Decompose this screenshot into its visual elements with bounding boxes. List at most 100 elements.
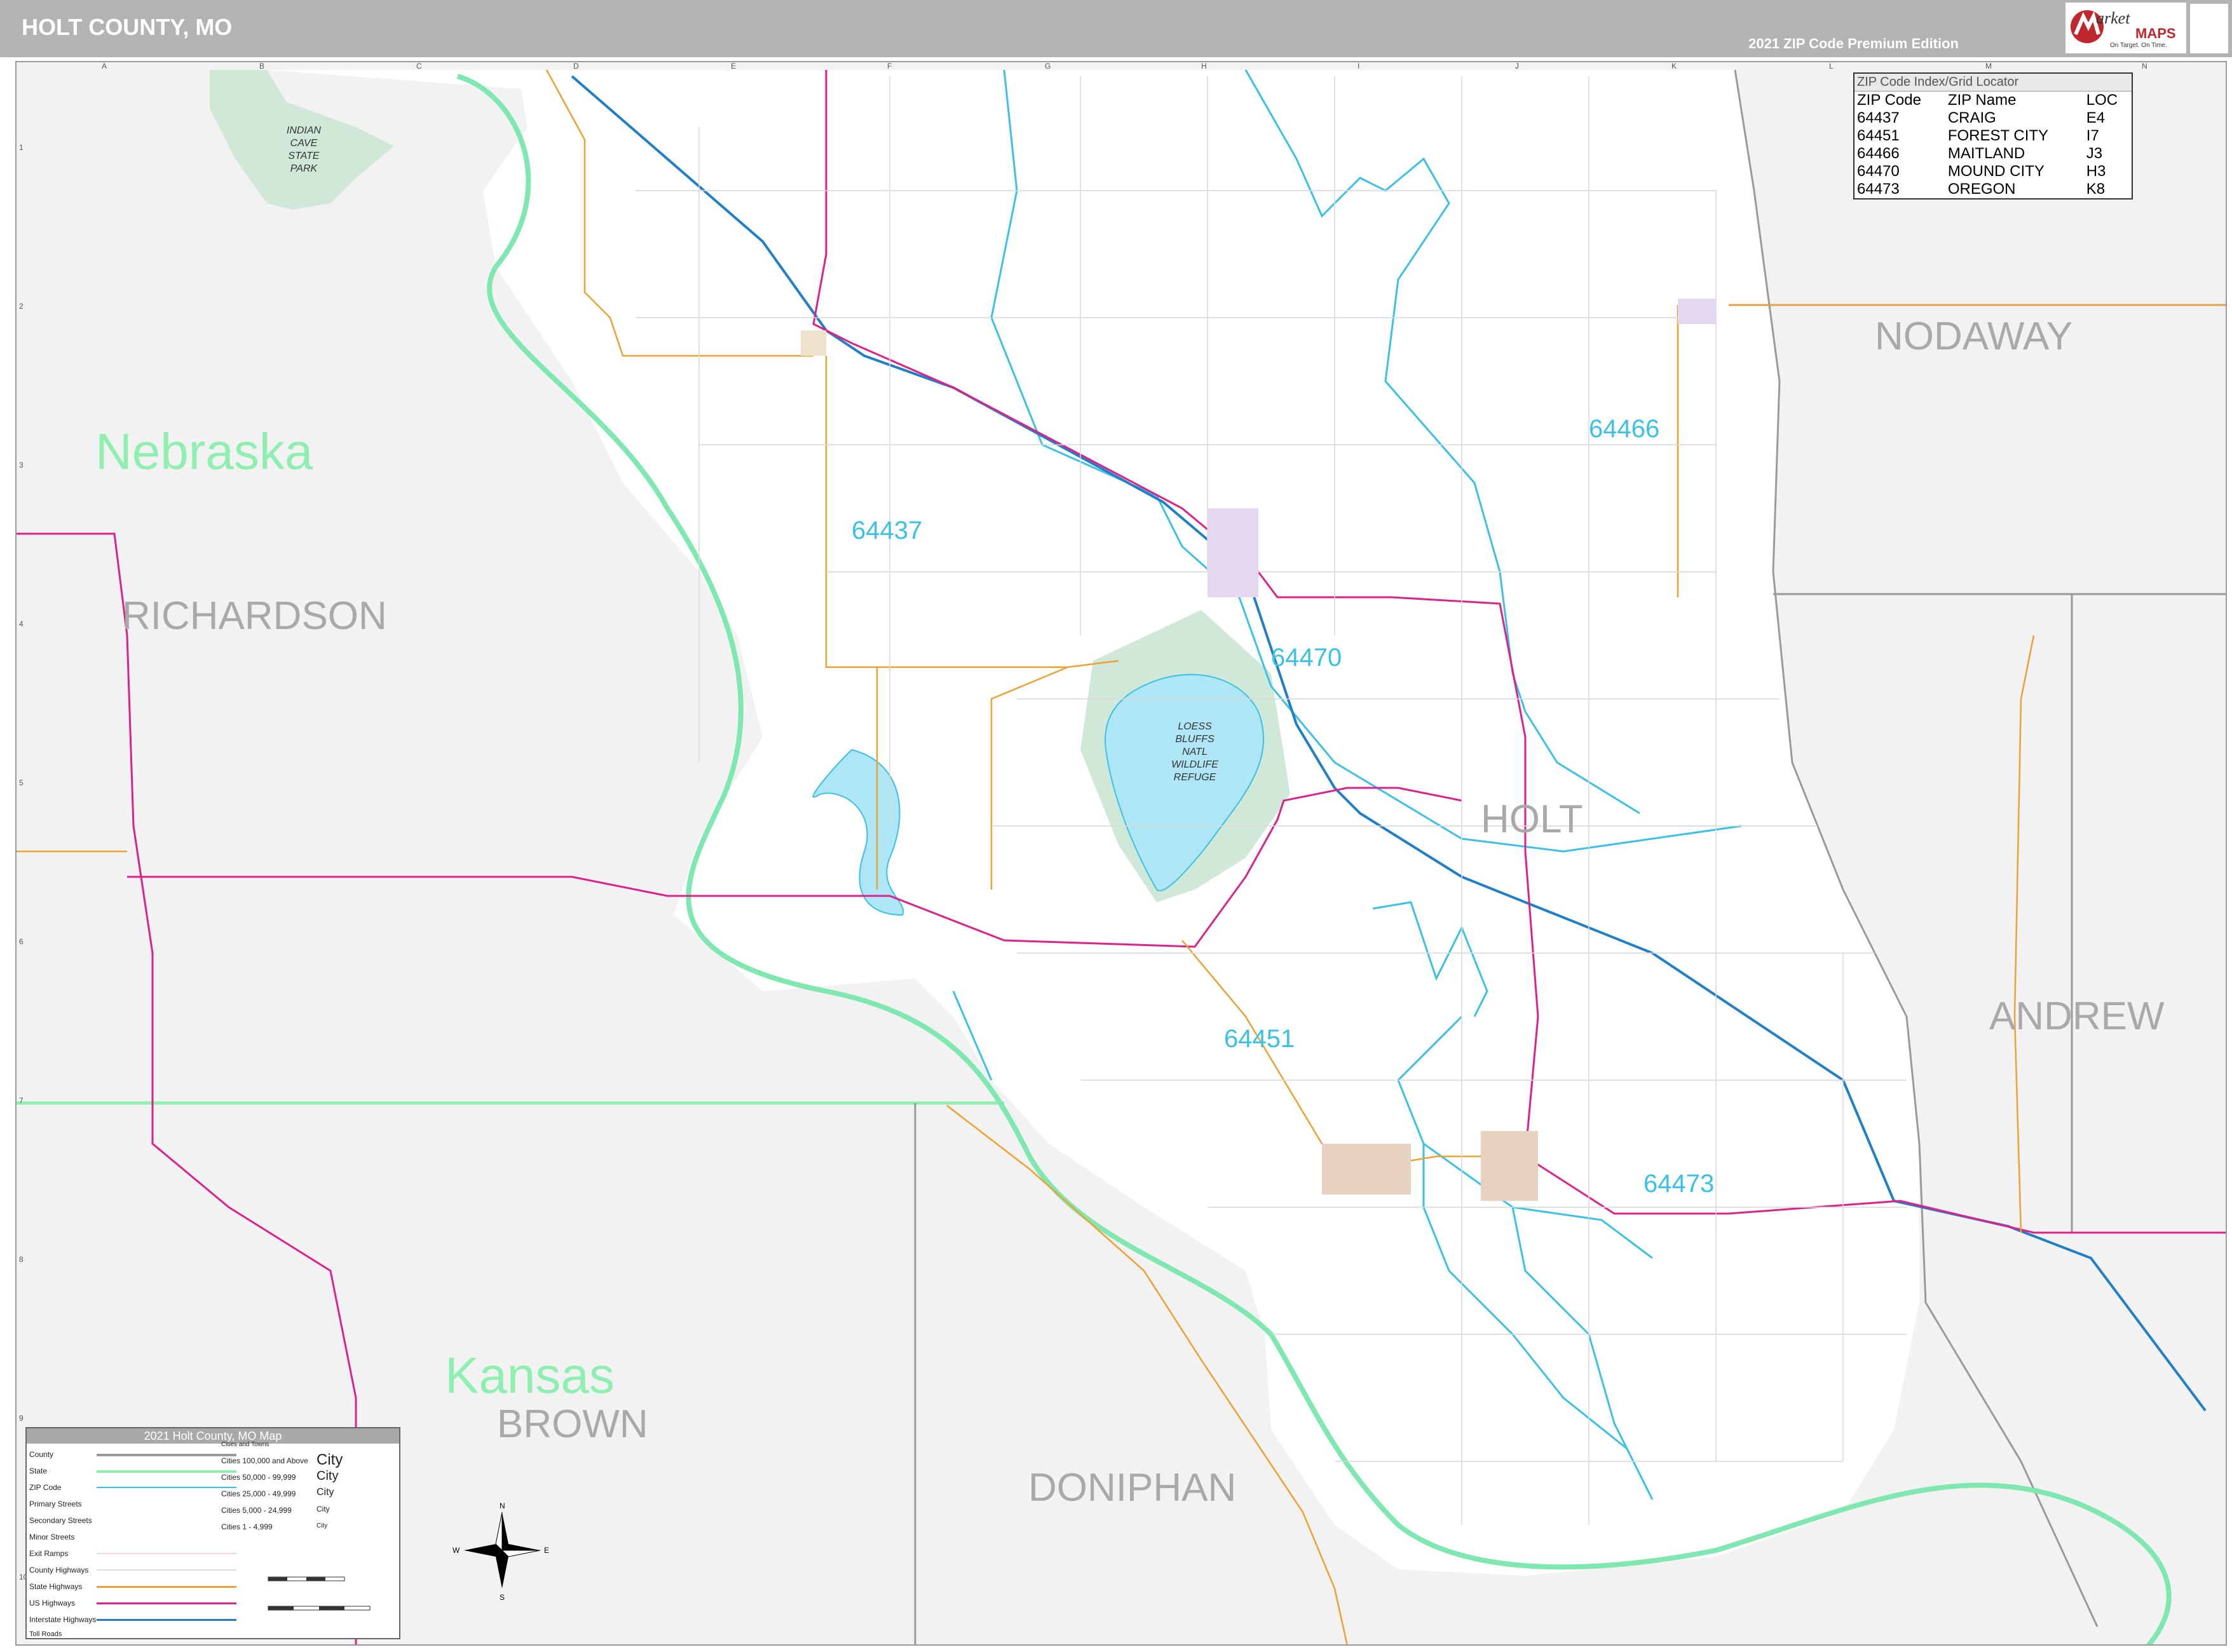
svg-text:N: N bbox=[2142, 62, 2147, 71]
zip-name-cell: OREGON bbox=[1947, 180, 2016, 198]
svg-text:STATE: STATE bbox=[288, 151, 320, 161]
zip-index-title: ZIP Code Index/Grid Locator bbox=[1854, 74, 2132, 91]
legend-city-sample: City bbox=[316, 1469, 339, 1483]
zip-loc-cell: J3 bbox=[2086, 145, 2103, 162]
legend-item-secondary: Secondary Streets bbox=[29, 1516, 92, 1525]
zip-index-row: 64451 FOREST CITY I7 bbox=[1854, 127, 2132, 145]
legend-swatch-us-hwy bbox=[97, 1602, 236, 1604]
legend-swatch-county bbox=[97, 1454, 236, 1456]
county-label-brown: BROWN bbox=[497, 1402, 648, 1446]
zip-index-header: ZIP Name bbox=[1947, 91, 2017, 109]
svg-text:NATL: NATL bbox=[1182, 747, 1208, 757]
svg-text:K: K bbox=[1671, 62, 1677, 71]
town-mound-city bbox=[1208, 508, 1258, 597]
svg-text:J: J bbox=[1515, 62, 1519, 71]
county-label-holt: HOLT bbox=[1481, 797, 1583, 841]
svg-text:CAVE: CAVE bbox=[290, 138, 318, 149]
legend-city-sample: City bbox=[316, 1505, 330, 1513]
zip-label-64470: 64470 bbox=[1271, 644, 1342, 672]
zip-code-cell: 64466 bbox=[1857, 145, 1900, 162]
legend-item-minor: Minor Streets bbox=[29, 1533, 75, 1541]
town-forest-city bbox=[1322, 1144, 1411, 1195]
zip-label-64437: 64437 bbox=[852, 517, 922, 545]
legend-city-sample: City bbox=[316, 1522, 328, 1529]
zip-loc-cell: K8 bbox=[2086, 180, 2106, 198]
map-canvas[interactable]: A B C D E F G H I J K L M N 1 2 3 4 5 6 … bbox=[0, 0, 2232, 1652]
zip-index-row: 64473 OREGON K8 bbox=[1854, 180, 2132, 198]
legend-swatch-state bbox=[97, 1470, 236, 1473]
legend-city-sample: City bbox=[316, 1487, 334, 1498]
zip-code-cell: 64470 bbox=[1857, 163, 1900, 180]
legend-swatch-exit bbox=[97, 1553, 236, 1554]
svg-text:3: 3 bbox=[19, 461, 24, 470]
zip-code-cell: 64451 bbox=[1857, 127, 1900, 144]
town-maitland bbox=[1678, 299, 1716, 324]
svg-text:W: W bbox=[453, 1546, 460, 1555]
svg-text:N: N bbox=[500, 1501, 505, 1510]
zip-name-cell: MOUND CITY bbox=[1947, 163, 2045, 180]
legend-item-primary: Primary Streets bbox=[29, 1500, 82, 1508]
zip-label-64451: 64451 bbox=[1224, 1025, 1295, 1053]
state-label-nebraska: Nebraska bbox=[95, 423, 313, 480]
svg-text:REFUGE: REFUGE bbox=[1174, 772, 1216, 783]
svg-text:I: I bbox=[1358, 62, 1359, 71]
svg-text:7: 7 bbox=[19, 1096, 24, 1105]
svg-text:BLUFFS: BLUFFS bbox=[1175, 734, 1215, 745]
legend-city-tier: Cities 25,000 - 49,999 bbox=[221, 1489, 296, 1498]
legend-item-zip: ZIP Code bbox=[29, 1483, 62, 1492]
legend-swatch-zip bbox=[97, 1487, 236, 1488]
zip-code-cell: 64437 bbox=[1857, 109, 1900, 126]
legend-item-us-hwy: US Highways bbox=[29, 1599, 76, 1608]
legend-item-county: County bbox=[29, 1450, 54, 1459]
svg-text:L: L bbox=[1829, 62, 1834, 71]
svg-text:F: F bbox=[887, 62, 892, 71]
county-label-richardson: RICHARDSON bbox=[122, 594, 387, 638]
map-legend: 2021 Holt County, MO Map County State ZI… bbox=[25, 1427, 400, 1639]
legend-cities-header: Cities and Towns bbox=[221, 1441, 269, 1448]
svg-text:4: 4 bbox=[19, 620, 24, 628]
legend-city-tier: Cities 100,000 and Above bbox=[221, 1456, 308, 1465]
county-label-doniphan: DONIPHAN bbox=[1028, 1466, 1236, 1510]
zip-index-header-row: ZIP Code ZIP Name LOC bbox=[1854, 91, 2132, 109]
zip-name-cell: MAITLAND bbox=[1947, 145, 2025, 162]
scale-bar-icon bbox=[268, 1576, 371, 1611]
legend-swatch-interstate bbox=[97, 1619, 236, 1621]
svg-text:LOESS: LOESS bbox=[1178, 721, 1212, 732]
svg-text:9: 9 bbox=[19, 1414, 24, 1423]
svg-text:8: 8 bbox=[19, 1255, 24, 1264]
zip-label-64466: 64466 bbox=[1589, 415, 1659, 443]
legend-city-tier: Cities 50,000 - 99,999 bbox=[221, 1473, 296, 1482]
legend-city-tier: Cities 5,000 - 24,999 bbox=[221, 1506, 292, 1515]
county-label-andrew: ANDREW bbox=[1989, 994, 2165, 1038]
legend-swatch-state-hwy bbox=[97, 1586, 236, 1588]
zip-label-64473: 64473 bbox=[1643, 1170, 1714, 1198]
svg-text:INDIAN: INDIAN bbox=[287, 125, 322, 136]
svg-text:PARK: PARK bbox=[290, 163, 318, 174]
svg-text:G: G bbox=[1045, 62, 1051, 71]
state-label-kansas: Kansas bbox=[445, 1347, 615, 1404]
zip-code-cell: 64473 bbox=[1857, 180, 1900, 198]
zip-index-row: 64437 CRAIG E4 bbox=[1854, 109, 2132, 127]
town-craig bbox=[801, 330, 826, 356]
legend-city-tier: Cities 1 - 4,999 bbox=[221, 1522, 273, 1531]
zip-loc-cell: H3 bbox=[2086, 163, 2106, 180]
zip-name-cell: FOREST CITY bbox=[1947, 127, 2049, 144]
legend-item-county-hwy: County Highways bbox=[29, 1566, 89, 1574]
zip-loc-cell: E4 bbox=[2086, 109, 2106, 126]
svg-text:H: H bbox=[1201, 62, 1207, 71]
svg-text:5: 5 bbox=[19, 778, 24, 787]
town-oregon bbox=[1481, 1131, 1538, 1201]
zip-index-row: 64470 MOUND CITY H3 bbox=[1854, 163, 2132, 180]
svg-text:1: 1 bbox=[19, 143, 24, 152]
legend-item-state: State bbox=[29, 1466, 48, 1475]
svg-text:E: E bbox=[731, 62, 736, 71]
zip-name-cell: CRAIG bbox=[1947, 109, 1996, 126]
svg-text:S: S bbox=[500, 1593, 505, 1602]
legend-item-exit-ramps: Exit Ramps bbox=[29, 1549, 69, 1558]
zip-index-header: ZIP Code bbox=[1857, 91, 1921, 109]
legend-item-state-hwy: State Highways bbox=[29, 1582, 83, 1591]
legend-swatch-county-hwy bbox=[97, 1569, 236, 1571]
zip-index-row: 64466 MAITLAND J3 bbox=[1854, 145, 2132, 163]
legend-title: 2021 Holt County, MO Map bbox=[27, 1428, 399, 1444]
county-label-nodaway: NODAWAY bbox=[1875, 315, 2072, 358]
